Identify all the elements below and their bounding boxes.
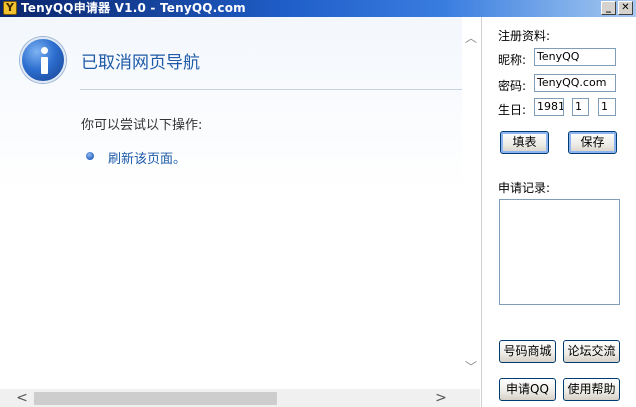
birth-year-field[interactable]: 1981: [534, 98, 564, 116]
browser-content: 已取消网页导航 你可以尝试以下操作: 刷新该页面。: [0, 17, 480, 407]
fill-form-button[interactable]: 填表: [500, 131, 549, 154]
title-bar[interactable]: Y TenyQQ申请器 V1.0 - TenyQQ.com _ ✕: [0, 0, 636, 17]
app-window: Y TenyQQ申请器 V1.0 - TenyQQ.com _ ✕ 已取消网页导…: [0, 0, 636, 407]
info-icon: [20, 37, 66, 83]
forum-button[interactable]: 论坛交流: [563, 340, 620, 363]
number-shop-button[interactable]: 号码商城: [499, 340, 556, 363]
password-label: 密码:: [498, 79, 527, 93]
scroll-down-icon[interactable]: ﹀: [463, 359, 479, 375]
vertical-scrollbar[interactable]: [462, 17, 480, 389]
apply-qq-button[interactable]: 申请QQ: [499, 378, 556, 401]
application-records-list[interactable]: [499, 199, 620, 305]
password-field[interactable]: TenyQQ.com: [534, 74, 616, 92]
scroll-right-icon[interactable]: >: [433, 390, 449, 406]
records-section-label: 申请记录:: [498, 181, 551, 195]
info-icon-bar: [41, 57, 48, 74]
birth-day-field[interactable]: 1: [598, 98, 616, 116]
app-icon: Y: [3, 1, 17, 15]
info-icon-dot: [41, 47, 48, 54]
panel-divider-top: [498, 166, 619, 167]
page-title: 已取消网页导航: [81, 53, 200, 73]
horizontal-scroll-thumb[interactable]: [34, 392, 277, 405]
register-section-label: 注册资料:: [498, 29, 551, 43]
birthday-label: 生日:: [498, 103, 527, 117]
minimize-icon[interactable]: _: [601, 1, 616, 15]
title-divider: [80, 89, 462, 90]
close-icon[interactable]: ✕: [618, 1, 633, 15]
help-button[interactable]: 使用帮助: [563, 378, 620, 401]
nickname-label: 昵称:: [498, 53, 527, 67]
scroll-up-icon[interactable]: ︿: [463, 30, 479, 46]
suggestion-text: 你可以尝试以下操作:: [81, 118, 203, 133]
bullet-icon: [86, 152, 94, 160]
nickname-field[interactable]: TenyQQ: [534, 48, 616, 66]
window-title: TenyQQ申请器 V1.0 - TenyQQ.com: [21, 1, 246, 15]
save-button[interactable]: 保存: [568, 131, 617, 154]
birth-month-field[interactable]: 1: [572, 98, 589, 116]
panel-divider-bottom: [498, 322, 619, 323]
scroll-left-icon[interactable]: <: [14, 390, 30, 406]
refresh-page-link[interactable]: 刷新该页面。: [108, 148, 186, 167]
